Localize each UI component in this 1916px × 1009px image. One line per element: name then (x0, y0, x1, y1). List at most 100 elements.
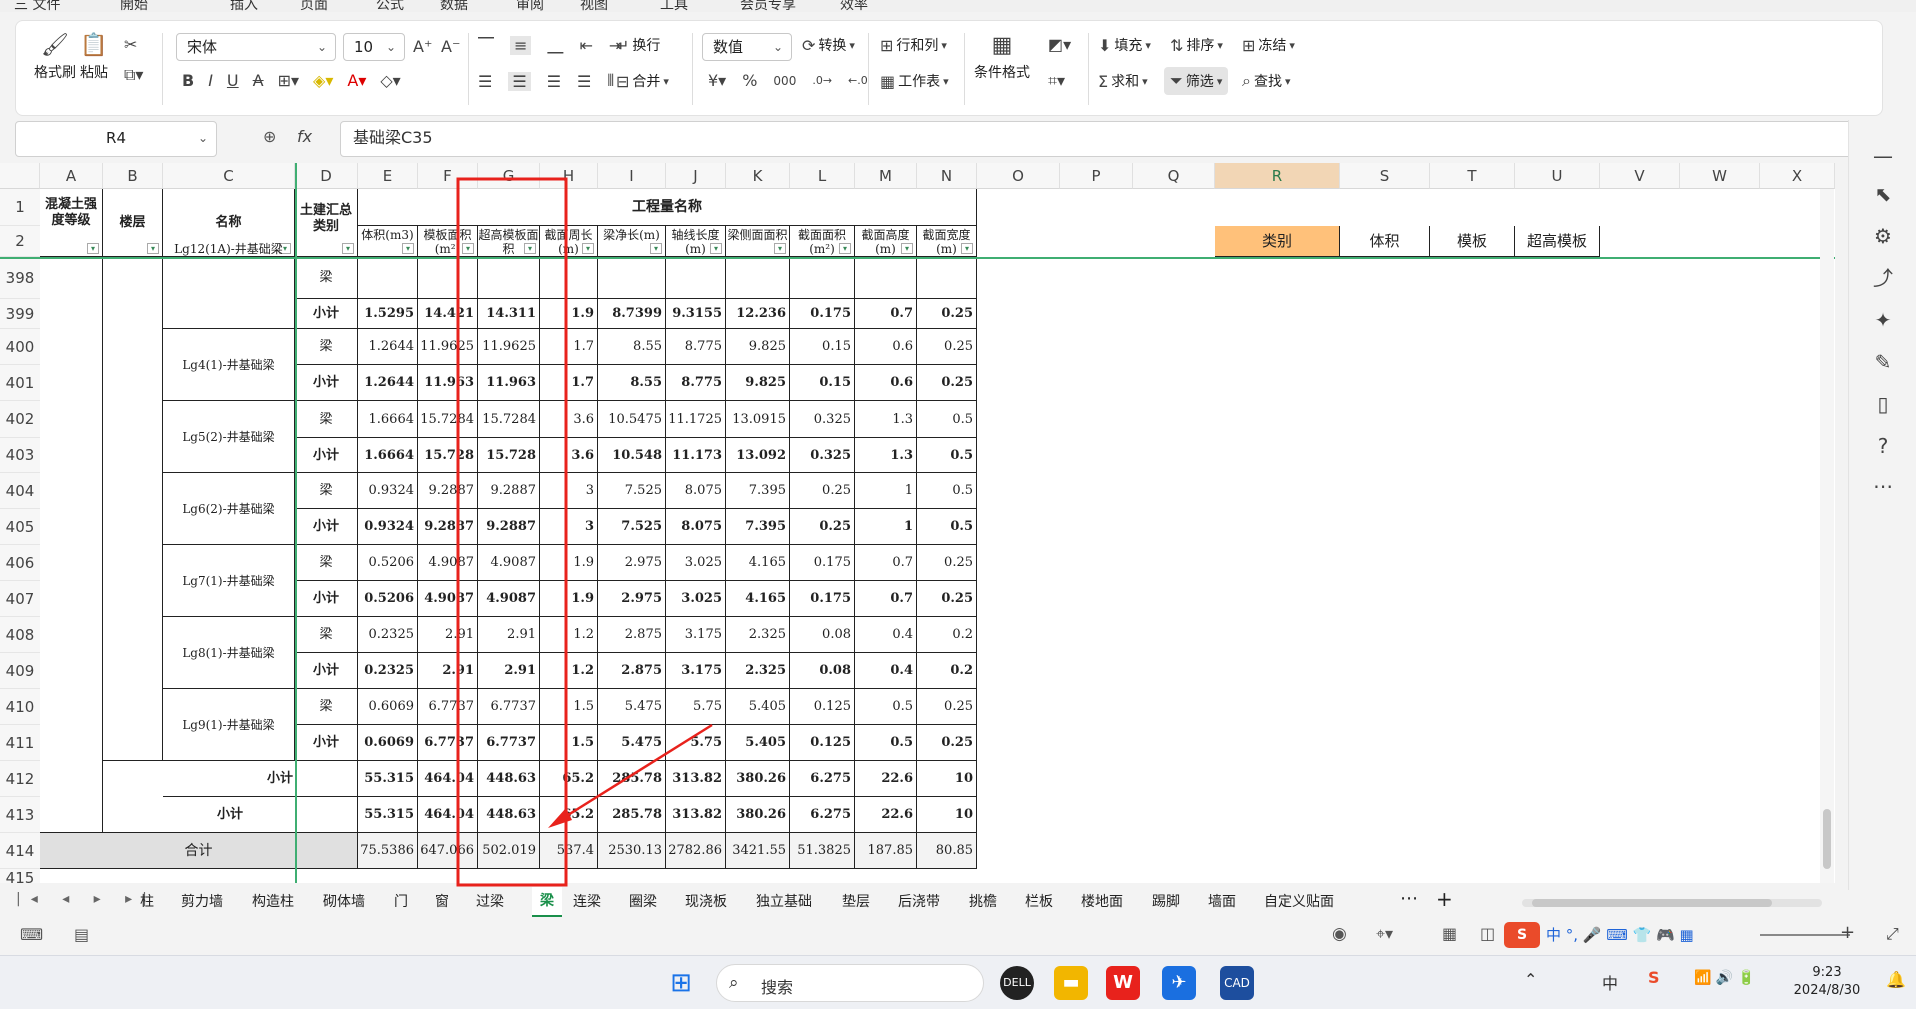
value-cell[interactable]: 0.175 (790, 299, 855, 329)
border-icon[interactable]: ⊞▾ (278, 71, 299, 90)
sheet-tab[interactable]: 砌体墙 (323, 891, 365, 911)
value-cell[interactable]: 7.525 (598, 473, 666, 509)
settings-sliders-icon[interactable]: ⚙ (1871, 224, 1895, 248)
value-cell[interactable]: 6.7737 (418, 689, 478, 725)
value-cell[interactable]: 65.2 (540, 761, 598, 797)
value-cell[interactable] (418, 257, 478, 299)
value-cell[interactable]: 11.9625 (418, 329, 478, 365)
number-format-select[interactable]: 数值 ⌄ (702, 33, 792, 61)
value-cell[interactable]: 75.5386 (358, 833, 418, 869)
value-cell[interactable]: 11.1725 (666, 401, 726, 438)
row-header[interactable]: 1 (0, 189, 40, 226)
export-icon[interactable]: ⤴ (1871, 266, 1895, 290)
value-cell[interactable]: 8.075 (666, 473, 726, 509)
value-cell[interactable]: 9.825 (726, 329, 790, 365)
sheet-tab[interactable]: 自定义贴面 (1264, 891, 1334, 911)
sheet-tab[interactable]: 圈梁 (629, 891, 657, 911)
value-cell[interactable]: 4.9087 (478, 581, 540, 617)
value-cell[interactable]: 0.325 (790, 401, 855, 438)
value-cell[interactable]: 5.405 (726, 725, 790, 761)
sheet-tab[interactable]: 门 (394, 891, 408, 911)
value-cell[interactable]: 0.2325 (358, 617, 418, 653)
row-header[interactable]: 412 (0, 761, 40, 797)
align-bottom-icon[interactable]: ⎽ (547, 35, 563, 55)
value-cell[interactable]: 0.7 (855, 545, 917, 581)
filter-dropdown-icon[interactable]: ▾ (901, 243, 913, 254)
value-cell[interactable]: 8.55 (598, 365, 666, 401)
sheet-tab[interactable]: 垫层 (842, 891, 870, 911)
filter-dropdown-icon[interactable]: ▾ (342, 243, 354, 254)
column-header-o[interactable]: O (977, 163, 1060, 189)
row-header[interactable]: 413 (0, 797, 40, 833)
value-cell[interactable]: 7.395 (726, 509, 790, 545)
value-cell[interactable]: 2.91 (478, 617, 540, 653)
tools-icon[interactable]: ✎ (1871, 350, 1895, 374)
dell-icon[interactable]: DELL (1000, 966, 1034, 1000)
value-cell[interactable]: 2782.86 (666, 833, 726, 869)
chevron-up-icon[interactable]: ⌃ (1524, 970, 1537, 989)
value-cell[interactable]: 0.25 (790, 473, 855, 509)
wps-icon[interactable]: W (1106, 966, 1140, 1000)
justify-icon[interactable]: ☰ (577, 72, 591, 91)
value-cell[interactable]: 0.2 (917, 653, 977, 689)
value-cell[interactable]: 2.325 (726, 617, 790, 653)
menu-tab[interactable]: 插入 (230, 0, 258, 12)
value-cell[interactable]: 3.6 (540, 401, 598, 438)
row-header[interactable]: 415 (0, 869, 40, 883)
windows-start-icon[interactable]: ⊞ (664, 966, 698, 1000)
value-cell[interactable] (855, 257, 917, 299)
tab-navigation[interactable]: |◂ ◂ ▸ ▸| (16, 891, 157, 907)
filter-dropdown-icon[interactable]: ▾ (710, 243, 722, 254)
filter-dropdown-icon[interactable]: ▾ (462, 243, 474, 254)
menu-tab[interactable]: 会员专享 (740, 0, 796, 12)
value-cell[interactable]: 380.26 (726, 761, 790, 797)
column-header-s[interactable]: S (1340, 163, 1430, 189)
value-cell[interactable]: 313.82 (666, 797, 726, 833)
value-cell[interactable]: 2.975 (598, 581, 666, 617)
value-cell[interactable]: 1.6664 (358, 401, 418, 438)
font-name-select[interactable]: 宋体 ⌄ (176, 33, 336, 61)
value-cell[interactable] (358, 257, 418, 299)
menu-tab[interactable]: 审阅 (516, 0, 544, 12)
sheet-tab[interactable]: 连梁 (573, 891, 601, 911)
value-cell[interactable] (917, 257, 977, 299)
beam-name-cell[interactable]: Lg9(1)-井基础梁 (163, 689, 295, 761)
value-cell[interactable]: 6.7737 (478, 689, 540, 725)
value-cell[interactable]: 537.4 (540, 833, 598, 869)
decrease-font-button[interactable]: A⁻ (441, 37, 460, 56)
value-cell[interactable]: 464.04 (418, 797, 478, 833)
zoom-in-icon[interactable]: + (1840, 922, 1855, 943)
value-cell[interactable]: 11.173 (666, 438, 726, 473)
value-cell[interactable]: 3421.55 (726, 833, 790, 869)
ime-toolbar[interactable]: 中 °, 🎤 ⌨ 👕 🎮 ▦ (1546, 924, 1694, 945)
value-cell[interactable]: 1.7 (540, 329, 598, 365)
column-header-x[interactable]: X (1760, 163, 1835, 189)
value-cell[interactable]: 4.9087 (418, 581, 478, 617)
beam-name-cell[interactable]: Lg5(2)-井基础梁 (163, 401, 295, 473)
paste-button[interactable]: 📋 粘贴 (80, 33, 108, 82)
filter-button[interactable]: ⏷ 筛选 ▾ (1164, 67, 1229, 95)
filter-dropdown-icon[interactable]: ▾ (961, 243, 973, 254)
row-header[interactable]: 400 (0, 329, 40, 365)
value-cell[interactable]: 0.6069 (358, 725, 418, 761)
value-cell[interactable]: 9.2887 (478, 473, 540, 509)
value-cell[interactable]: 2530.13 (598, 833, 666, 869)
value-cell[interactable]: 5.475 (598, 725, 666, 761)
wifi-volume-battery-icons[interactable]: 📶 🔊 🔋 (1694, 970, 1755, 986)
convert-button[interactable]: ⟳ 转换 ▾ (802, 35, 855, 55)
value-cell[interactable]: 0.08 (790, 653, 855, 689)
align-left-icon[interactable]: ☰ (478, 72, 492, 91)
value-cell[interactable]: 9.2887 (418, 509, 478, 545)
value-cell[interactable]: 0.5 (855, 689, 917, 725)
value-cell[interactable]: 9.825 (726, 365, 790, 401)
distribute-icon[interactable]: ⫴ (607, 71, 614, 91)
menu-tab[interactable]: 三 文件 (14, 0, 60, 12)
value-cell[interactable]: 15.7284 (478, 401, 540, 438)
sogou-tray-icon[interactable]: S (1648, 968, 1660, 987)
strikethrough-icon[interactable]: A (253, 71, 264, 90)
percent-icon[interactable]: % (742, 71, 757, 90)
value-cell[interactable]: 80.85 (917, 833, 977, 869)
column-header-f[interactable]: F (418, 163, 478, 189)
row-header[interactable]: 398 (0, 257, 40, 299)
book-icon[interactable]: ▯ (1871, 392, 1895, 416)
